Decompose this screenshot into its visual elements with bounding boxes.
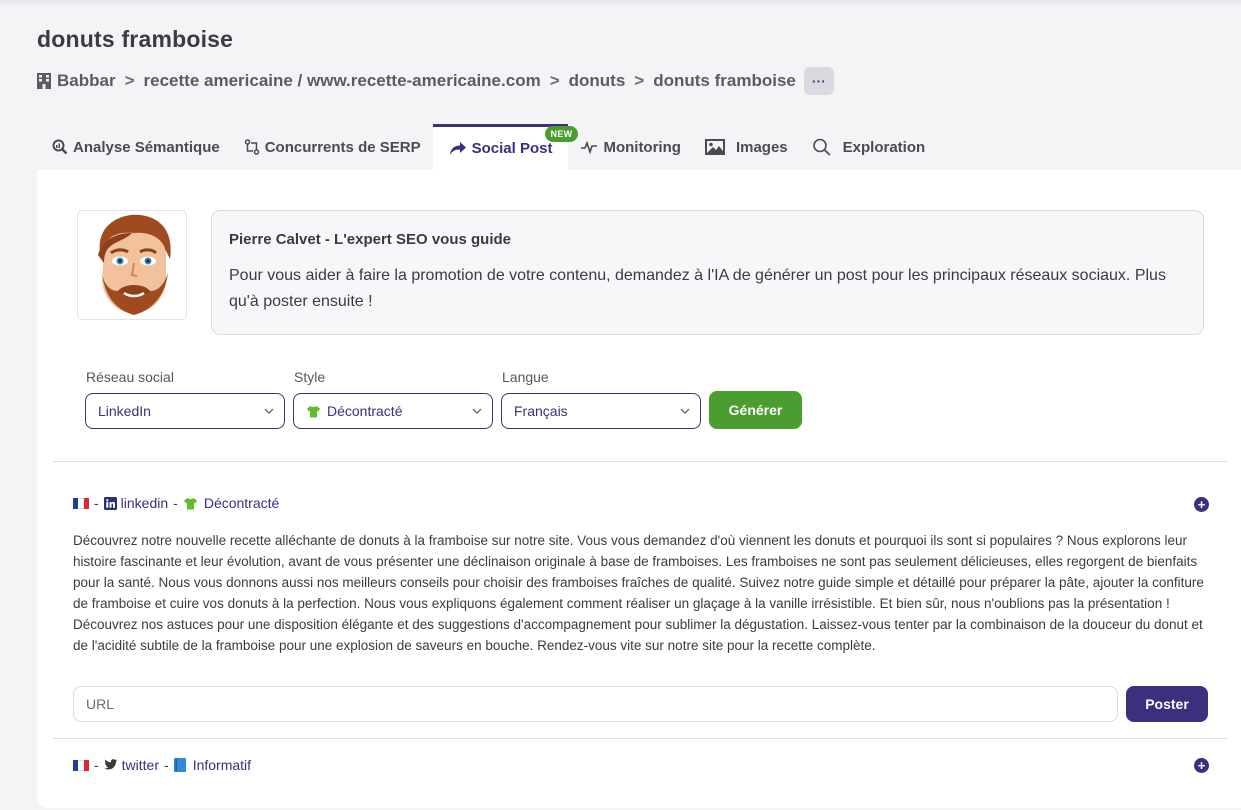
breadcrumb-separator: > [549, 71, 560, 90]
compare-icon [244, 139, 259, 155]
chevron-down-icon [264, 408, 274, 414]
language-value: Français [514, 403, 568, 419]
divider [53, 738, 1228, 739]
breadcrumb-item-category[interactable]: donuts [569, 71, 626, 91]
tab-concurrents-serp[interactable]: Concurrents de SERP [232, 124, 433, 170]
post-network: linkedin [120, 495, 169, 511]
expand-icon[interactable]: + [1194, 758, 1209, 773]
language-label: Langue [502, 369, 549, 385]
expert-tip-box: Pierre Calvet - L'expert SEO vous guide … [211, 210, 1204, 335]
tab-social-post[interactable]: Social Post NEW [432, 124, 579, 170]
post-style: Décontracté [203, 495, 280, 511]
image-icon [704, 139, 725, 155]
language-select[interactable]: Français [501, 393, 701, 429]
tab-label: Social Post [471, 140, 553, 157]
france-flag-icon [73, 497, 89, 509]
tab-label: Monitoring [603, 138, 681, 156]
post-header-linkedin[interactable]: - linkedin - Décontracté [73, 495, 279, 511]
post-network: twitter [121, 757, 160, 773]
breadcrumb-separator: > [124, 71, 135, 90]
post-button[interactable]: Poster [1126, 686, 1208, 722]
breadcrumb-item-org[interactable]: Babbar [57, 71, 116, 91]
building-icon [37, 73, 51, 89]
generate-button[interactable]: Générer [709, 391, 802, 429]
book-icon [173, 758, 186, 772]
generated-post-text: Découvrez notre nouvelle recette allécha… [73, 533, 1204, 653]
post-style: Informatif [192, 757, 252, 773]
chevron-down-icon [680, 408, 690, 414]
tshirt-icon [183, 497, 197, 509]
network-field: Réseau social LinkedIn [85, 369, 285, 429]
expert-title: Pierre Calvet - L'expert SEO vous guide [229, 231, 511, 248]
post-header-twitter[interactable]: - twitter - Informatif [73, 757, 251, 773]
tab-label: Images [735, 138, 788, 156]
tab-label: Concurrents de SERP [264, 138, 421, 156]
breadcrumb-item-project[interactable]: recette americaine / www.recette-america… [144, 71, 541, 91]
style-value: Décontracté [327, 403, 403, 419]
social-post-panel: Pierre Calvet - L'expert SEO vous guide … [37, 170, 1241, 808]
tab-analyse-semantique[interactable]: Analyse Sémantique [40, 124, 232, 170]
style-label: Style [294, 369, 326, 385]
search-icon [812, 138, 831, 156]
expert-avatar [77, 210, 187, 320]
tab-bar: Analyse Sémantique Concurrents de SERP S… [40, 124, 937, 170]
network-select[interactable]: LinkedIn [85, 393, 285, 429]
more-options-button[interactable]: ··· [803, 67, 834, 95]
language-field: Langue Français [501, 369, 701, 429]
top-shade [0, 0, 1241, 6]
chevron-down-icon [472, 408, 482, 414]
pulse-icon [581, 140, 598, 155]
expand-icon[interactable]: + [1194, 497, 1209, 512]
tab-monitoring[interactable]: Monitoring [568, 124, 692, 170]
style-field: Style Décontracté [293, 369, 493, 429]
tab-exploration[interactable]: Exploration [800, 124, 938, 170]
breadcrumb: Babbar > recette americaine / www.recett… [37, 66, 834, 96]
linkedin-icon [103, 496, 117, 510]
analysis-icon [52, 139, 68, 155]
breadcrumb-separator: > [634, 71, 645, 90]
france-flag-icon [73, 759, 89, 771]
tab-label: Exploration [842, 138, 926, 156]
tab-images[interactable]: Images [693, 124, 800, 170]
divider [53, 461, 1228, 462]
expert-text: Pour vous aider à faire la promotion de … [229, 267, 1166, 310]
breadcrumb-item-page: donuts framboise [653, 71, 796, 90]
network-label: Réseau social [86, 369, 174, 385]
page-title: donuts framboise [37, 26, 234, 52]
style-select[interactable]: Décontracté [293, 393, 493, 429]
network-value: LinkedIn [98, 403, 151, 419]
url-input[interactable] [73, 686, 1118, 722]
twitter-icon [104, 759, 118, 770]
tshirt-icon [307, 405, 320, 417]
share-icon [449, 141, 466, 155]
tab-label: Analyse Sémantique [73, 138, 220, 156]
